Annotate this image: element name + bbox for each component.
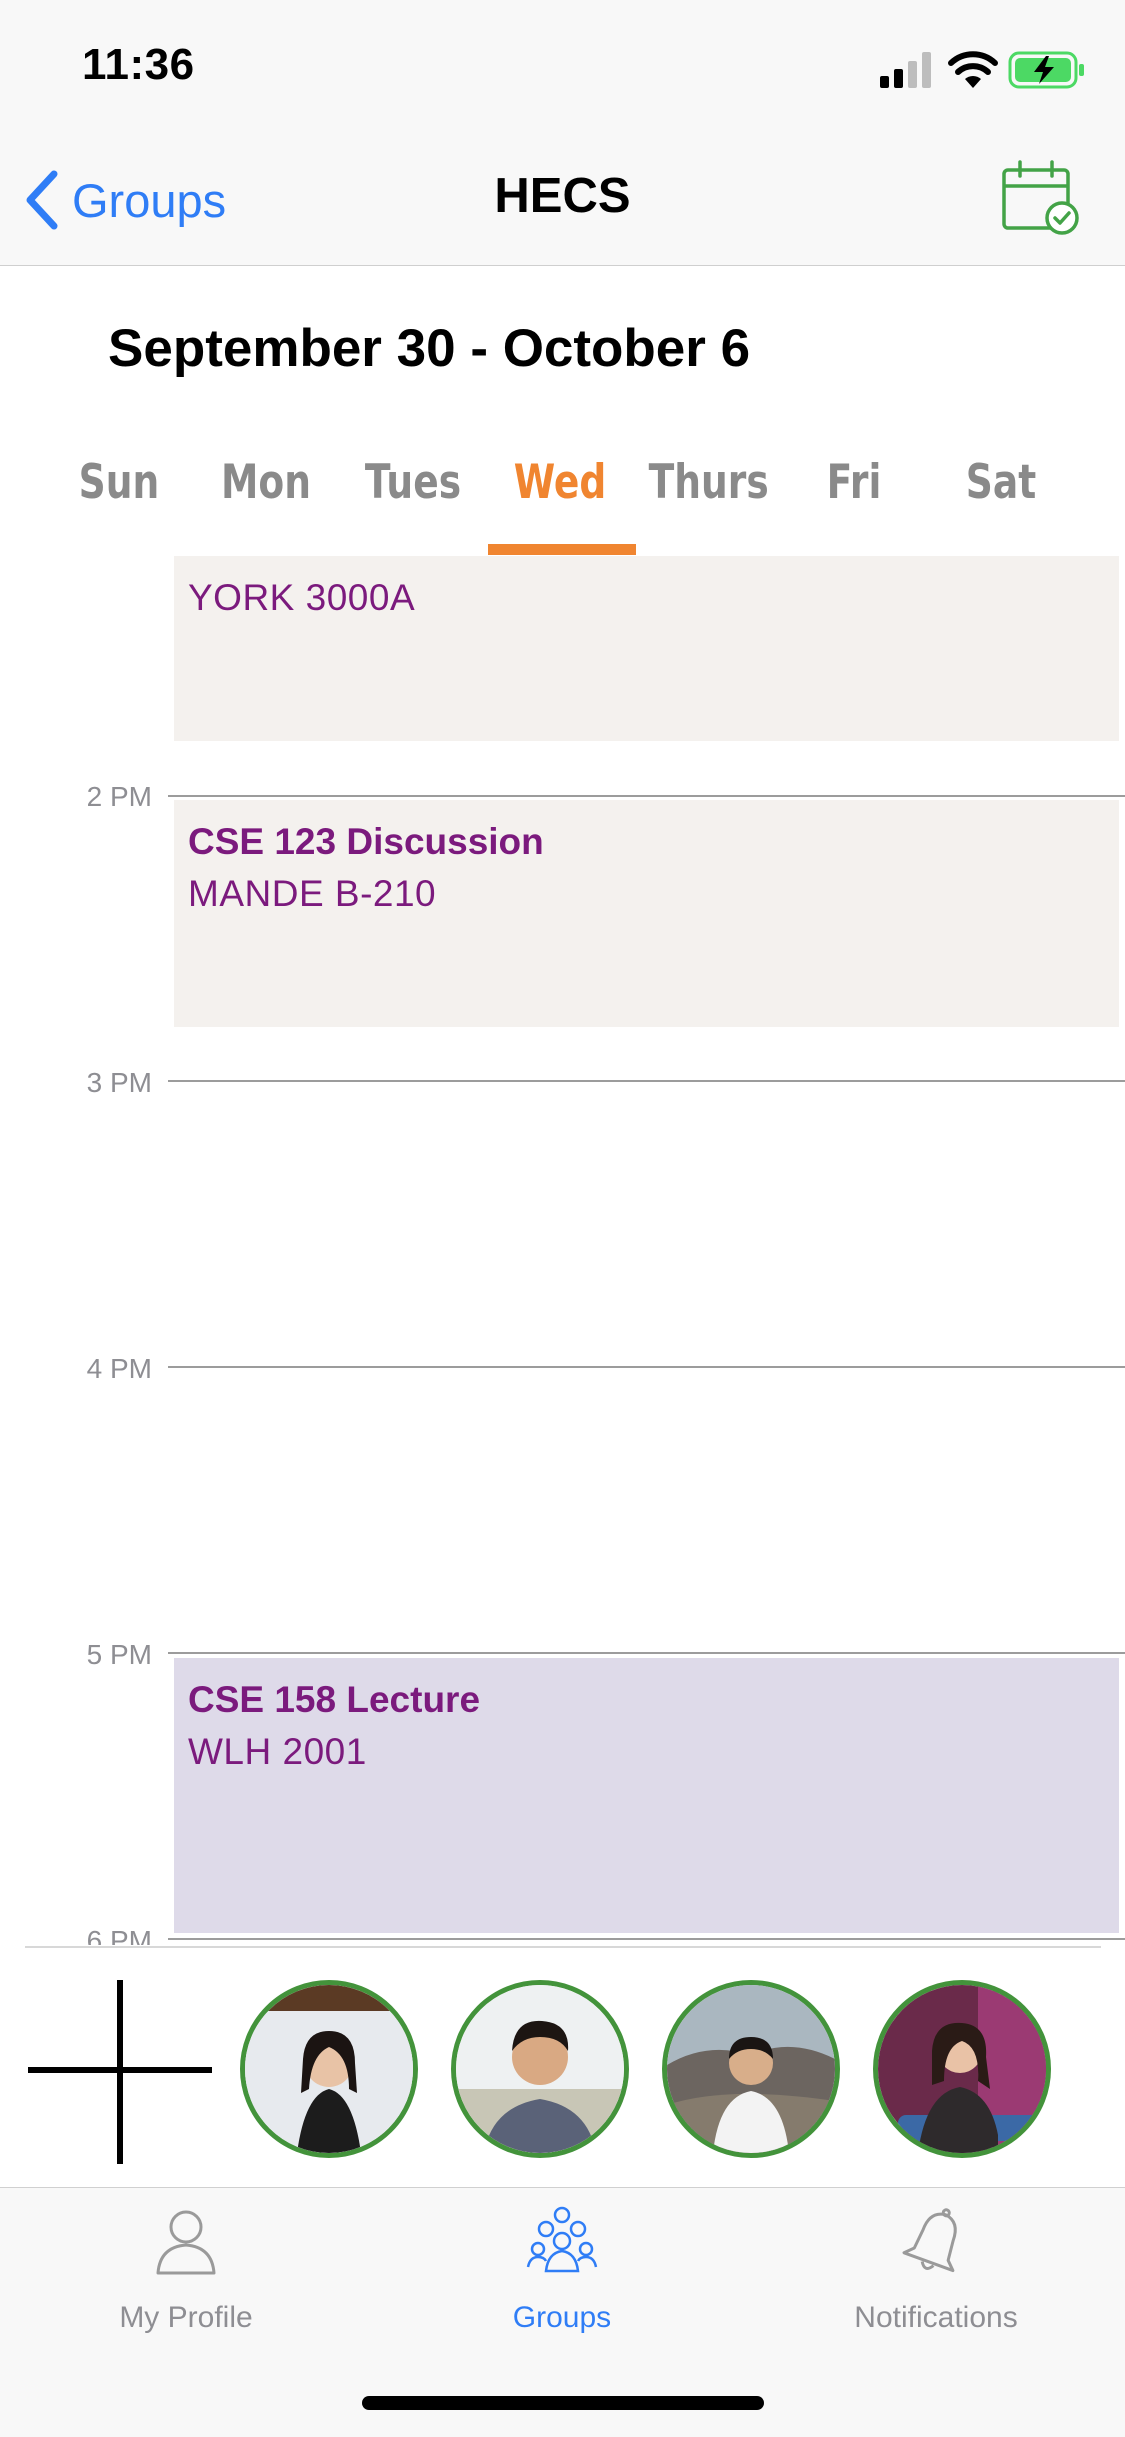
avatar-member-2[interactable]	[451, 1980, 629, 2158]
page-title: HECS	[494, 169, 631, 223]
avatar-member-2-image	[456, 1985, 624, 2153]
event-title: CSE 158 Lecture	[188, 1679, 481, 1720]
hour-label: 3 PM	[86, 1067, 152, 1098]
cellular-signal-icon	[880, 52, 931, 88]
tab-my-profile[interactable]: My Profile	[56, 2205, 316, 2335]
member-bar-divider	[25, 1946, 1101, 1948]
bell-icon	[902, 2208, 957, 2273]
week-range-title: September 30 - October 6	[108, 319, 751, 378]
status-time: 11:36	[82, 40, 195, 89]
day-tab-tues[interactable]: Tues	[355, 455, 472, 510]
plus-icon[interactable]	[28, 1980, 212, 2164]
avatar-member-1-image	[245, 1985, 413, 2153]
avatar-member-3-image	[667, 1985, 835, 2153]
day-tab-sat[interactable]: Sat	[943, 455, 1060, 510]
hour-label: 5 PM	[86, 1639, 152, 1670]
hour-divider	[168, 1652, 1125, 1654]
event-block[interactable]: CSE 123 Discussion MANDE B-210	[174, 800, 1119, 1027]
tab-label: My Profile	[119, 2301, 253, 2334]
tab-groups[interactable]: Groups	[432, 2205, 692, 2335]
day-tab-fri[interactable]: Fri	[796, 455, 913, 510]
event-location: YORK 3000A	[188, 577, 416, 618]
calendar-check-icon[interactable]	[1000, 160, 1080, 236]
event-title: CSE 123 Discussion	[188, 821, 544, 862]
event-block[interactable]: YORK 3000A	[174, 556, 1119, 741]
event-block[interactable]: CSE 158 Lecture WLH 2001	[174, 1658, 1119, 1933]
tab-notifications[interactable]: Notifications	[806, 2205, 1066, 2335]
hour-divider	[168, 1080, 1125, 1082]
hour-divider	[168, 1938, 1125, 1940]
hour-label: 2 PM	[86, 781, 152, 812]
wifi-icon	[948, 51, 998, 88]
day-tab-mon[interactable]: Mon	[208, 455, 325, 510]
groups-icon	[526, 2206, 598, 2273]
avatar-member-3[interactable]	[662, 1980, 840, 2158]
tab-label: Groups	[512, 2301, 612, 2334]
event-location: WLH 2001	[188, 1731, 367, 1772]
tab-label: Notifications	[854, 2301, 1018, 2334]
home-indicator	[362, 2396, 764, 2410]
event-location: MANDE B-210	[188, 873, 437, 914]
day-tab-wed[interactable]: Wed	[502, 455, 619, 510]
hour-divider	[168, 795, 1125, 797]
avatar-member-4[interactable]	[873, 1980, 1051, 2158]
day-tab-thurs[interactable]: Thurs	[649, 455, 769, 510]
day-tab-sun[interactable]: Sun	[61, 455, 178, 510]
battery-charging-icon	[1008, 51, 1084, 89]
person-icon	[156, 2210, 216, 2275]
avatar-member-1[interactable]	[240, 1980, 418, 2158]
hour-label: 4 PM	[86, 1353, 152, 1384]
avatar-member-4-image	[878, 1985, 1046, 2153]
hour-divider	[168, 1366, 1125, 1368]
selected-day-indicator	[488, 544, 636, 555]
